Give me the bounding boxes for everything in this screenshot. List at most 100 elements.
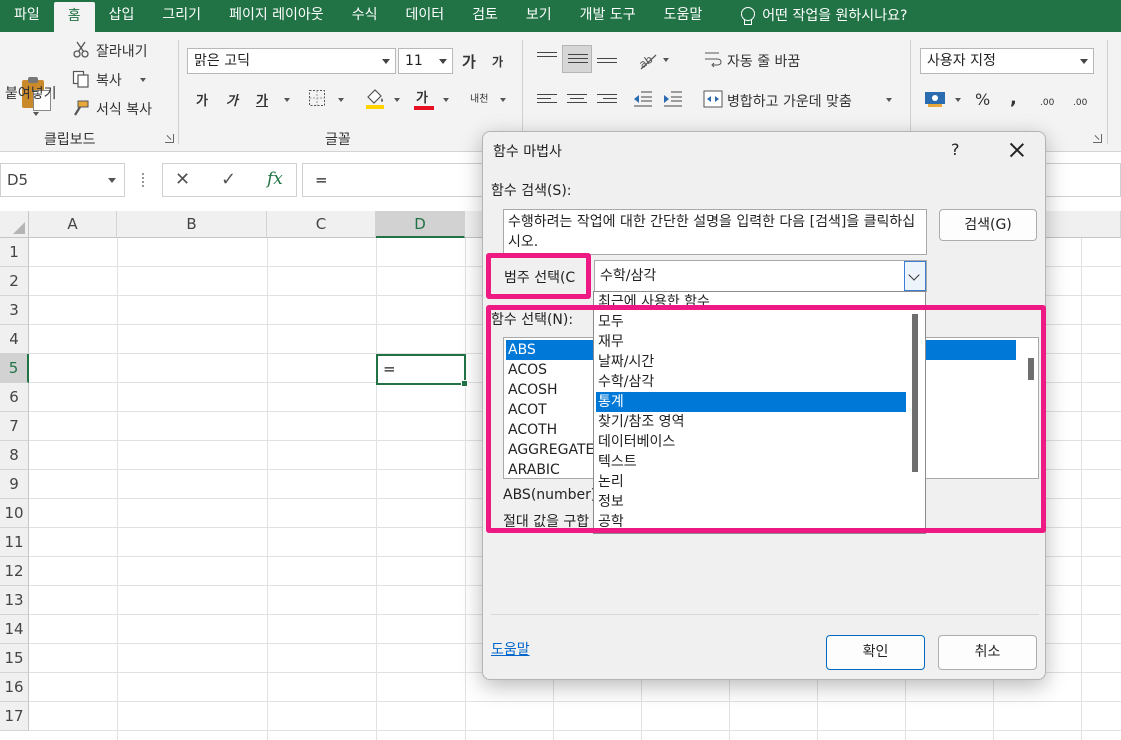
row-header[interactable]: 10 (0, 499, 29, 528)
orientation-dropdown-arrow[interactable] (663, 58, 669, 62)
accounting-dropdown-arrow[interactable] (955, 98, 961, 102)
dropdown-item[interactable]: 모두 (596, 312, 906, 332)
font-color-dropdown-arrow[interactable] (443, 98, 449, 102)
category-combo[interactable]: 수학/삼각 (594, 260, 927, 292)
dropdown-scrollbar-thumb[interactable] (912, 314, 918, 472)
row-header[interactable]: 17 (0, 702, 29, 731)
name-box[interactable]: D5 (0, 163, 125, 197)
insert-function-icon[interactable]: fx (267, 169, 283, 189)
increase-decimal-button[interactable]: .00 (1040, 98, 1054, 108)
row-header[interactable]: 7 (0, 412, 29, 441)
row-header[interactable]: 16 (0, 673, 29, 702)
row-header[interactable]: 13 (0, 586, 29, 615)
row-header[interactable]: 6 (0, 383, 29, 412)
search-button[interactable]: 검색(G) (939, 209, 1037, 241)
align-right-icon[interactable] (597, 94, 617, 108)
tab-help[interactable]: 도움말 (650, 0, 717, 32)
list-scrollbar-thumb[interactable] (1028, 358, 1034, 380)
tell-me-search[interactable]: 어떤 작업을 원하시나요? (726, 0, 921, 32)
align-center-icon[interactable] (567, 94, 587, 108)
search-function-input[interactable]: 수행하려는 작업에 대한 간단한 설명을 입력한 다음 [검색]을 클릭하십시오… (503, 209, 927, 255)
dropdown-item[interactable]: 찾기/참조 영역 (596, 412, 906, 432)
underline-dropdown-arrow[interactable] (284, 98, 290, 102)
row-header[interactable]: 4 (0, 325, 29, 354)
tab-view[interactable]: 보기 (512, 0, 566, 32)
tab-developer[interactable]: 개발 도구 (566, 0, 650, 32)
cancel-icon[interactable]: ✕ (175, 169, 190, 190)
tab-draw[interactable]: 그리기 (148, 0, 215, 32)
row-header[interactable]: 12 (0, 557, 29, 586)
row-header[interactable]: 3 (0, 296, 29, 325)
dropdown-item[interactable]: 날짜/시간 (596, 352, 906, 372)
tab-formulas[interactable]: 수식 (338, 0, 392, 32)
help-icon[interactable]: ? (951, 140, 960, 159)
dropdown-item[interactable]: 수학/삼각 (596, 372, 906, 392)
font-name-combo[interactable]: 맑은 고딕 (187, 48, 396, 74)
phonetic-button[interactable]: 내천 (470, 90, 488, 105)
fill-color-icon[interactable] (364, 86, 386, 110)
active-cell-d5[interactable]: = (376, 354, 468, 387)
tab-page-layout[interactable]: 페이지 레이아웃 (215, 0, 338, 32)
paste-button-label[interactable]: 붙여넣기 (5, 83, 57, 103)
dropdown-item[interactable]: 텍스트 (596, 452, 906, 472)
dropdown-item[interactable]: 최근에 사용한 함수 (596, 292, 906, 312)
row-header[interactable]: 11 (0, 528, 29, 557)
align-left-icon[interactable] (537, 94, 557, 108)
copy-button[interactable]: 복사 (96, 70, 122, 90)
close-icon[interactable] (1005, 138, 1029, 162)
underline-button[interactable]: 가 (256, 90, 268, 109)
comma-button[interactable]: , (1010, 88, 1017, 109)
border-dropdown-arrow[interactable] (338, 98, 344, 102)
format-painter-button[interactable]: 서식 복사 (96, 99, 152, 119)
chevron-down-icon[interactable] (904, 261, 926, 291)
dropdown-item[interactable]: 데이터베이스 (596, 432, 906, 452)
tab-file[interactable]: 파일 (0, 0, 54, 32)
phonetic-dropdown-arrow[interactable] (500, 98, 506, 102)
column-header[interactable]: C (267, 211, 376, 238)
number-format-combo[interactable]: 사용자 지정 (920, 48, 1094, 74)
select-all-corner[interactable] (0, 211, 29, 238)
orientation-icon[interactable]: ab (636, 48, 660, 72)
accounting-format-icon[interactable] (924, 89, 946, 109)
copy-dropdown-arrow[interactable] (140, 78, 146, 82)
fill-color-dropdown-arrow[interactable] (394, 98, 400, 102)
increase-indent-icon[interactable] (663, 90, 683, 108)
font-color-button[interactable]: 가 (413, 87, 435, 111)
dropdown-item[interactable]: 논리 (596, 472, 906, 492)
bold-button[interactable]: 가 (196, 90, 208, 109)
align-top-icon[interactable] (537, 52, 557, 66)
decrease-decimal-button[interactable]: .00 (1073, 98, 1087, 108)
grow-font-button[interactable]: 가 (462, 51, 476, 72)
dropdown-item[interactable]: 정보 (596, 492, 906, 512)
ok-button[interactable]: 확인 (826, 635, 925, 670)
decrease-indent-icon[interactable] (633, 90, 653, 108)
wrap-text-button[interactable]: 자동 줄 바꿈 (727, 51, 800, 71)
row-header-selected[interactable]: 5 (0, 354, 29, 383)
clipboard-launcher-icon[interactable] (165, 134, 174, 143)
row-header[interactable]: 14 (0, 615, 29, 644)
help-link[interactable]: 도움말 (491, 639, 530, 659)
dropdown-item[interactable]: 공학 (596, 512, 906, 532)
category-dropdown-list[interactable]: 최근에 사용한 함수 모두 재무 날짜/시간 수학/삼각 통계 찾기/참조 영역… (593, 291, 926, 534)
column-header-selected[interactable]: D (376, 211, 465, 238)
merge-center-button[interactable]: 병합하고 가운데 맞춤 (727, 91, 852, 111)
align-bottom-icon[interactable] (597, 58, 617, 72)
dropdown-item[interactable]: 재무 (596, 332, 906, 352)
column-header[interactable]: A (29, 211, 117, 238)
row-header[interactable]: 15 (0, 644, 29, 673)
border-icon[interactable] (308, 89, 326, 107)
alignment-launcher-icon[interactable] (1093, 134, 1102, 143)
tab-review[interactable]: 검토 (458, 0, 512, 32)
shrink-font-button[interactable]: 가 (492, 53, 503, 70)
tab-insert[interactable]: 삽입 (95, 0, 149, 32)
italic-button[interactable]: 가 (226, 90, 238, 109)
row-header[interactable]: 8 (0, 441, 29, 470)
merge-dropdown-arrow[interactable] (886, 98, 892, 102)
cancel-button[interactable]: 취소 (938, 635, 1037, 670)
column-header[interactable]: B (117, 211, 267, 238)
align-middle-button[interactable] (562, 45, 592, 73)
font-size-combo[interactable]: 11 (398, 48, 453, 74)
enter-icon[interactable]: ✓ (221, 169, 236, 190)
percent-button[interactable]: % (975, 90, 990, 109)
row-header[interactable]: 1 (0, 238, 29, 267)
